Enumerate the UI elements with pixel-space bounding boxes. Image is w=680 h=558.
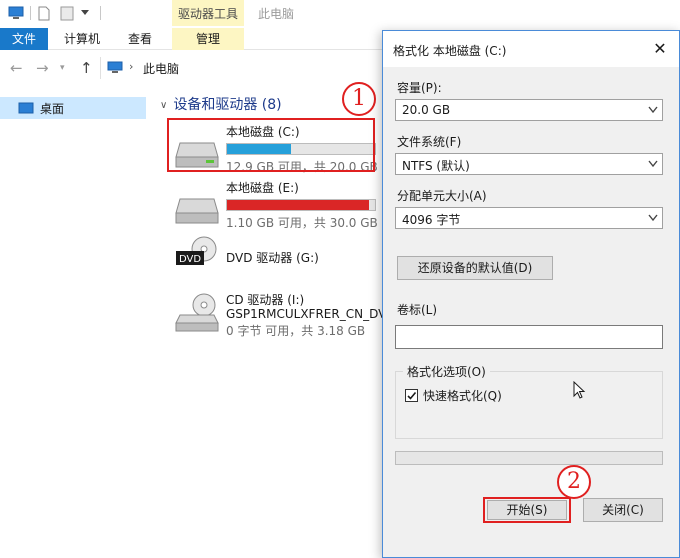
address-box[interactable]: › 此电脑 bbox=[100, 57, 390, 79]
capacity-label: 容量(P): bbox=[397, 81, 442, 95]
up-arrow-icon[interactable]: ↑ bbox=[80, 59, 93, 77]
chevron-down-icon bbox=[648, 160, 658, 168]
computer-icon bbox=[107, 61, 123, 73]
chevron-down-icon bbox=[648, 106, 658, 114]
customize-dropdown-icon[interactable] bbox=[80, 9, 90, 17]
dialog-titlebar[interactable]: 格式化 本地磁盘 (C:) ✕ bbox=[383, 31, 679, 67]
group-header-devices[interactable]: ∨ 设备和驱动器 (8) bbox=[160, 94, 282, 114]
annotation-step-2: 2 bbox=[557, 465, 591, 499]
restore-defaults-button[interactable]: 还原设备的默认值(D) bbox=[397, 256, 553, 280]
filesystem-value: NTFS (默认) bbox=[402, 159, 470, 173]
drive-item-i[interactable]: CD 驱动器 (I:) GSP1RMCULXFRER_CN_DVD 0 字节 可… bbox=[170, 291, 396, 341]
back-arrow-icon[interactable]: ← bbox=[10, 59, 23, 77]
recent-dropdown-icon[interactable]: ▾ bbox=[60, 63, 65, 73]
drive-space-text: 1.10 GB 可用，共 30.0 GB bbox=[226, 216, 378, 230]
annotation-step-1: 1 bbox=[342, 82, 376, 116]
drive-usage-fill bbox=[227, 200, 370, 210]
breadcrumb-arrow-icon[interactable]: › bbox=[129, 60, 133, 73]
computer-icon[interactable] bbox=[8, 6, 24, 20]
forward-arrow-icon[interactable]: → bbox=[36, 59, 49, 77]
mouse-pointer-icon bbox=[573, 381, 586, 399]
format-progress-bar bbox=[395, 451, 663, 465]
close-icon[interactable]: ✕ bbox=[647, 37, 673, 61]
nav-item-label: 桌面 bbox=[40, 102, 65, 116]
volume-label-input[interactable] bbox=[395, 325, 663, 349]
allocation-unit-select[interactable]: 4096 字节 bbox=[395, 207, 663, 229]
drive-item-g[interactable]: DVD DVD 驱动器 (G:) bbox=[170, 236, 385, 277]
new-file-icon[interactable] bbox=[38, 6, 50, 21]
capacity-select[interactable]: 20.0 GB bbox=[395, 99, 663, 121]
contextual-tab-title: 驱动器工具 bbox=[178, 7, 239, 21]
drive-name: CD 驱动器 (I:) bbox=[226, 293, 305, 307]
desktop-icon bbox=[18, 102, 34, 114]
contextual-tab-header: 驱动器工具 bbox=[172, 0, 244, 26]
document-icon[interactable] bbox=[60, 6, 74, 21]
dialog-title: 格式化 本地磁盘 (C:) bbox=[393, 44, 507, 58]
dvd-icon-label: DVD bbox=[179, 254, 201, 265]
tab-computer[interactable]: 计算机 bbox=[64, 28, 100, 50]
drive-space-text: 0 字节 可用，共 3.18 GB bbox=[226, 324, 366, 338]
checkmark-icon bbox=[407, 391, 417, 400]
quick-access-toolbar: 驱动器工具 此电脑 bbox=[0, 0, 680, 28]
hard-drive-icon bbox=[175, 198, 219, 224]
drive-usage-bar bbox=[226, 199, 376, 211]
drive-volume-label: GSP1RMCULXFRER_CN_DVD bbox=[226, 307, 396, 321]
chevron-down-icon[interactable]: ∨ bbox=[160, 100, 167, 111]
window-title: 此电脑 bbox=[258, 7, 295, 21]
group-count: (8) bbox=[261, 97, 282, 113]
drive-name: 本地磁盘 (E:) bbox=[226, 181, 299, 195]
drive-name: DVD 驱动器 (G:) bbox=[226, 251, 319, 265]
toolbar-divider bbox=[30, 6, 31, 20]
filesystem-label: 文件系统(F) bbox=[397, 135, 462, 149]
tab-view[interactable]: 查看 bbox=[128, 28, 152, 50]
tab-manage[interactable]: 管理 bbox=[172, 28, 244, 50]
close-button[interactable]: 关闭(C) bbox=[583, 498, 663, 522]
navigation-pane: 桌面 bbox=[0, 92, 148, 558]
annotation-highlight-start bbox=[483, 497, 571, 523]
group-title: 设备和驱动器 bbox=[173, 97, 258, 113]
tab-file[interactable]: 文件 bbox=[0, 28, 48, 50]
format-options-label: 格式化选项(O) bbox=[403, 363, 490, 380]
quick-format-label[interactable]: 快速格式化(Q) bbox=[423, 387, 502, 404]
allocation-unit-label: 分配单元大小(A) bbox=[397, 189, 487, 203]
cd-drive-icon bbox=[175, 293, 219, 332]
filesystem-select[interactable]: NTFS (默认) bbox=[395, 153, 663, 175]
capacity-value: 20.0 GB bbox=[402, 103, 451, 117]
breadcrumb-item[interactable]: 此电脑 bbox=[143, 60, 179, 77]
nav-item-desktop[interactable]: 桌面 bbox=[0, 97, 146, 119]
format-dialog: 格式化 本地磁盘 (C:) ✕ 容量(P): 20.0 GB 文件系统(F) N… bbox=[382, 30, 680, 558]
drive-item-e[interactable]: 本地磁盘 (E:) 1.10 GB 可用，共 30.0 GB bbox=[170, 179, 385, 230]
dvd-drive-icon: DVD bbox=[176, 236, 217, 265]
chevron-down-icon bbox=[648, 214, 658, 222]
allocation-unit-value: 4096 字节 bbox=[402, 213, 461, 227]
toolbar-divider bbox=[100, 6, 101, 20]
format-options-group bbox=[395, 371, 663, 439]
volume-label-label: 卷标(L) bbox=[397, 303, 438, 317]
annotation-highlight-drive-c bbox=[167, 118, 375, 172]
quick-format-checkbox[interactable] bbox=[405, 389, 418, 402]
